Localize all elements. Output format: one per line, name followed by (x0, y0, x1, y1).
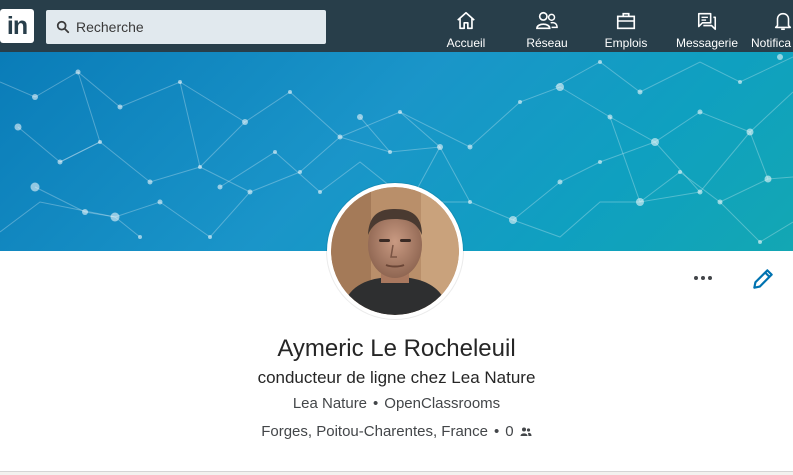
edit-pencil-icon[interactable] (750, 266, 776, 292)
connections-icon (520, 427, 532, 437)
current-company-link[interactable]: Lea Nature (293, 395, 367, 412)
more-actions-button[interactable] (688, 268, 718, 288)
nav-label-home: Accueil (446, 36, 486, 50)
bell-icon (771, 10, 793, 32)
connections-count[interactable]: 0 (505, 423, 513, 440)
profile-photo[interactable] (331, 187, 459, 315)
school-link[interactable]: OpenClassrooms (384, 395, 500, 412)
separator-dot: • (373, 395, 379, 412)
briefcase-icon (614, 10, 638, 32)
linkedin-logo[interactable]: in (0, 9, 34, 43)
nav-label-network: Réseau (526, 36, 568, 50)
profile-card: Aymeric Le Rocheleuil conducteur de lign… (0, 52, 793, 472)
profile-location-line: Forges, Poitou-Charentes, France • 0 (0, 423, 793, 440)
people-icon (535, 10, 559, 32)
nav-item-messaging[interactable]: Messagerie (674, 0, 740, 52)
nav-label-messaging: Messagerie (675, 36, 739, 50)
nav-item-jobs[interactable]: Emplois (601, 0, 651, 52)
profile-experience-line: Lea Nature • OpenClassrooms (0, 395, 793, 412)
profile-headline: conducteur de ligne chez Lea Nature (257, 368, 536, 387)
profile-name: Aymeric Le Rocheleuil (277, 335, 516, 362)
search-icon (56, 20, 70, 34)
search-box[interactable] (46, 10, 326, 44)
separator-dot: • (494, 423, 500, 440)
nav-item-home[interactable]: Accueil (443, 0, 489, 52)
home-icon (454, 10, 478, 32)
more-dot (708, 276, 712, 280)
messaging-icon (695, 10, 719, 32)
profile-photo-frame[interactable] (327, 183, 463, 319)
nav-item-notifications[interactable]: Notifica (751, 0, 793, 52)
more-dot (694, 276, 698, 280)
nav-label-notifications: Notifica (751, 36, 792, 50)
top-nav-bar: in Accueil Réseau (0, 0, 793, 52)
search-input[interactable] (76, 19, 316, 35)
more-dot (701, 276, 705, 280)
nav-label-jobs: Emplois (604, 36, 648, 50)
nav-item-network[interactable]: Réseau (524, 0, 570, 52)
profile-location: Forges, Poitou-Charentes, France (261, 423, 488, 440)
